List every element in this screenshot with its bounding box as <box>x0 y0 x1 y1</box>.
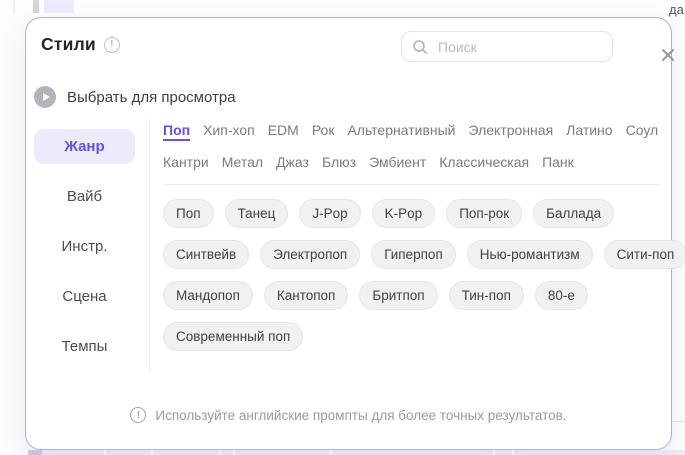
style-chip[interactable]: Тин-поп <box>448 281 524 310</box>
alert-icon <box>130 407 147 423</box>
content-panel: Поп Хип-хоп EDM Рок Альтернативный Электронна… <box>163 120 685 351</box>
sidebar-tab-1[interactable]: Жанр <box>34 129 135 164</box>
sidebar: Жанр Вайб Инстр. Сцена Темпы <box>34 129 135 364</box>
background-fragment <box>33 0 39 13</box>
horizontal-divider <box>163 184 660 185</box>
info-icon[interactable] <box>103 36 120 53</box>
modal-header: Стили <box>41 34 120 55</box>
background-timeline-strip <box>28 450 685 455</box>
style-chip[interactable]: J-Pop <box>299 199 361 228</box>
style-chip[interactable]: Синтвейв <box>163 240 250 269</box>
background-divider <box>672 421 685 422</box>
genre-link[interactable]: Блюз <box>322 152 356 172</box>
background-fragment <box>13 0 15 13</box>
genre-link[interactable]: Поп <box>163 120 190 140</box>
style-chip[interactable]: Танец <box>224 199 289 228</box>
style-chip[interactable]: Баллада <box>533 199 615 228</box>
genre-link[interactable]: Эмбиент <box>369 152 426 172</box>
background-timeline-gap <box>151 450 153 455</box>
genre-link[interactable]: Джаз <box>276 152 309 172</box>
genre-link[interactable]: Электронная <box>469 120 554 140</box>
close-button[interactable] <box>656 43 680 67</box>
background-timeline-segment <box>28 450 42 455</box>
style-chip[interactable]: Сити-поп <box>603 240 685 269</box>
style-chip[interactable]: Бритпоп <box>359 281 438 310</box>
style-chip[interactable]: Поп <box>163 199 214 228</box>
close-icon <box>662 49 674 61</box>
style-chips: Поп Танец J-Pop K-Pop Поп-рок Баллада Синтвейв… <box>163 199 685 351</box>
search-input[interactable] <box>436 37 602 56</box>
style-chip[interactable]: K-Pop <box>371 199 436 228</box>
search-icon <box>413 39 427 54</box>
genre-link[interactable]: Кантри <box>163 152 209 172</box>
styles-modal: Стили Выбрать для просмотра Жанр Вайб Инст… <box>25 17 685 450</box>
style-chip[interactable]: Современный поп <box>163 322 304 351</box>
background-partial-text: да <box>669 2 684 17</box>
search-box[interactable] <box>401 31 613 62</box>
background-timeline-gap <box>219 450 221 455</box>
play-button[interactable] <box>34 86 56 108</box>
background-timeline-gap <box>233 450 235 455</box>
style-chip[interactable]: Кантопоп <box>263 281 349 310</box>
background-timeline-gap <box>493 450 495 455</box>
chip-row: Поп Танец J-Pop K-Pop Поп-рок Баллада <box>163 199 660 228</box>
preview-row: Выбрать для просмотра <box>34 86 236 108</box>
style-chip[interactable]: Гиперпоп <box>371 240 456 269</box>
sidebar-tab-4[interactable]: Сцена <box>34 279 135 314</box>
chip-row: Синтвейв Электропоп Гиперпоп Нью-романтизм С… <box>163 240 685 269</box>
genre-links: Поп Хип-хоп EDM Рок Альтернативный Электронна… <box>163 120 660 172</box>
genre-link[interactable]: Соул <box>626 120 659 140</box>
background-timeline-gap <box>330 450 332 455</box>
genre-link[interactable]: Метал <box>222 152 263 172</box>
background-timeline-gap <box>104 450 106 455</box>
chip-row: Современный поп <box>163 322 660 351</box>
genre-link[interactable]: Панк <box>542 152 574 172</box>
sidebar-tab-2[interactable]: Вайб <box>34 179 135 214</box>
footer-note: Используйте английские промпты для более… <box>26 407 671 423</box>
play-icon <box>42 93 50 101</box>
genre-row: Кантри Метал Джаз Блюз Эмбиент Классическая Па… <box>163 152 660 172</box>
genre-link[interactable]: Рок <box>312 120 335 140</box>
genre-link[interactable]: Латино <box>566 120 612 140</box>
style-chip[interactable]: Нью-романтизм <box>466 240 593 269</box>
footer-note-text: Используйте английские промпты для более… <box>155 407 567 423</box>
style-chip[interactable]: Электропоп <box>260 240 361 269</box>
genre-link[interactable]: Хип-хоп <box>203 120 255 140</box>
background-timeline-gap <box>512 450 514 455</box>
modal-title: Стили <box>41 34 96 54</box>
genre-link[interactable]: Альтернативный <box>347 120 455 140</box>
sidebar-tab-5[interactable]: Темпы <box>34 329 135 364</box>
genre-link[interactable]: EDM <box>268 120 299 140</box>
sidebar-tab-3[interactable]: Инстр. <box>34 229 135 264</box>
style-chip[interactable]: Мандопоп <box>163 281 253 310</box>
style-chip[interactable]: Поп-рок <box>446 199 523 228</box>
genre-row: Поп Хип-хоп EDM Рок Альтернативный Электронна… <box>163 120 660 140</box>
vertical-divider <box>149 119 150 372</box>
background-fragment <box>44 0 74 13</box>
genre-link[interactable]: Классическая <box>439 152 529 172</box>
chip-row: Мандопоп Кантопоп Бритпоп Тин-поп 80-е <box>163 281 660 310</box>
preview-label: Выбрать для просмотра <box>67 88 236 106</box>
style-chip[interactable]: 80-е <box>534 281 588 310</box>
